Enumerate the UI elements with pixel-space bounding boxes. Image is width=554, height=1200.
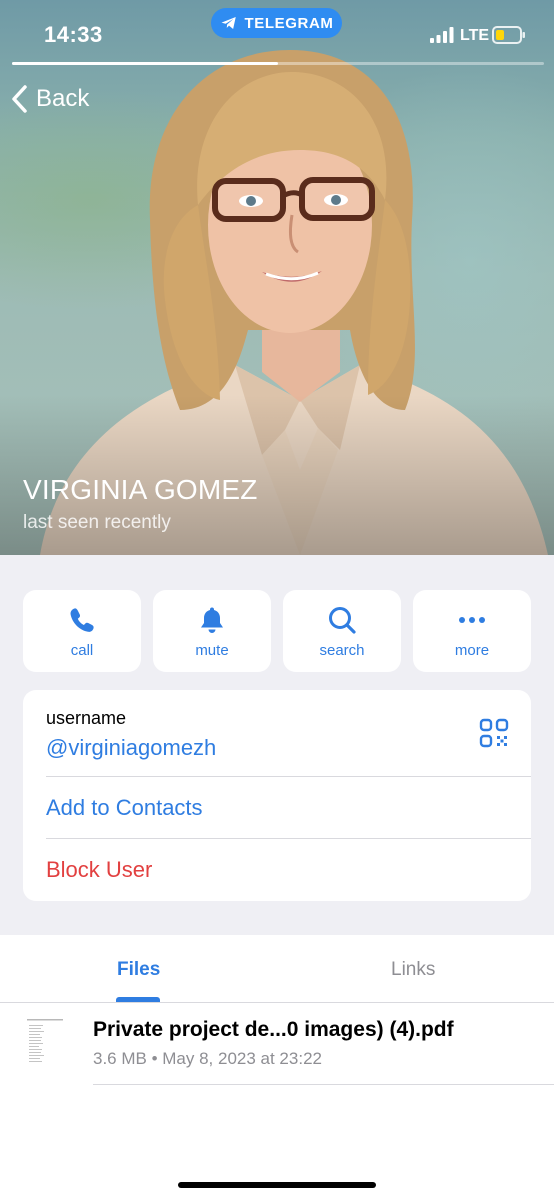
telegram-pill-label: TELEGRAM <box>244 14 334 32</box>
search-button[interactable]: search <box>283 590 401 672</box>
back-button[interactable]: Back <box>10 83 89 115</box>
bell-icon <box>201 607 223 633</box>
mute-label: mute <box>195 642 229 659</box>
shared-media-section: Files Links Private project de...0 image… <box>0 935 554 1200</box>
pdf-thumbnail-icon <box>25 1017 73 1071</box>
story-progress-fill <box>12 62 278 65</box>
more-label: more <box>454 642 490 659</box>
block-user-label: Block User <box>46 857 153 882</box>
more-button[interactable]: more <box>413 590 531 672</box>
file-name: Private project de...0 images) (4).pdf <box>93 1018 454 1041</box>
battery-icon <box>492 26 525 44</box>
qr-code-icon[interactable] <box>479 718 509 748</box>
username-caption: username <box>46 708 127 728</box>
home-indicator[interactable] <box>178 1182 376 1188</box>
back-label: Back <box>36 85 90 112</box>
mute-button[interactable]: mute <box>153 590 271 672</box>
file-divider <box>93 1084 554 1085</box>
last-seen-status: last seen recently <box>23 512 171 533</box>
status-time: 14:33 <box>44 22 103 47</box>
tab-files[interactable]: Files <box>117 959 160 981</box>
phone-icon <box>70 608 94 632</box>
tab-links[interactable]: Links <box>391 959 435 981</box>
add-to-contacts-row[interactable]: Add to Contacts <box>23 776 531 838</box>
action-buttons: call mute search more <box>23 590 531 672</box>
profile-photo-header: 14:33 TELEGRAM LTE Back VIRGINIA GOMEZ l… <box>0 0 554 555</box>
block-user-row[interactable]: Block User <box>23 839 531 901</box>
username-row[interactable]: username @virginiagomezh <box>23 690 531 776</box>
call-label: call <box>70 642 94 659</box>
call-button[interactable]: call <box>23 590 141 672</box>
file-list-item[interactable]: Private project de...0 images) (4).pdf 3… <box>0 1003 554 1085</box>
search-icon <box>329 607 356 634</box>
add-to-contacts-label: Add to Contacts <box>46 795 203 820</box>
network-type: LTE <box>460 27 490 44</box>
file-meta: 3.6 MB • May 8, 2023 at 23:22 <box>93 1049 322 1068</box>
more-icon <box>459 617 485 623</box>
profile-name: VIRGINIA GOMEZ <box>23 474 258 505</box>
chevron-left-icon <box>12 85 27 113</box>
telegram-icon <box>221 17 236 29</box>
username-value[interactable]: @virginiagomezh <box>46 735 216 761</box>
info-card: username @virginiagomezh Add to Contacts… <box>23 690 531 901</box>
signal-icon <box>430 27 454 43</box>
telegram-app-pill[interactable]: TELEGRAM <box>211 8 342 38</box>
story-progress-bar <box>12 62 544 65</box>
search-label: search <box>319 642 365 659</box>
